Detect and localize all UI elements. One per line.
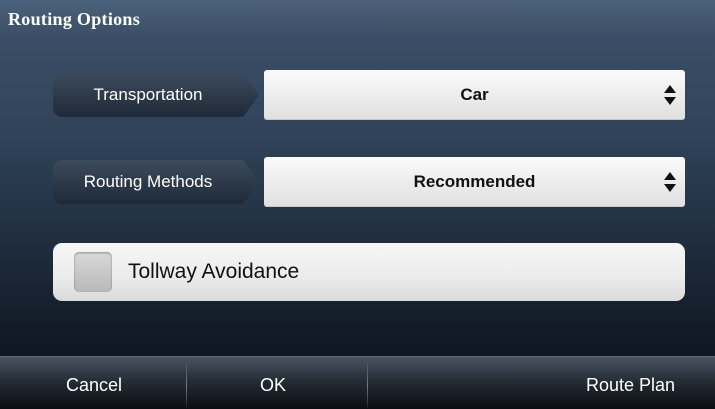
transportation-label-tab: Transportation — [53, 73, 259, 117]
ok-button[interactable]: OK — [260, 357, 286, 409]
dialog-title: Routing Options — [8, 9, 141, 29]
title-bar: Routing Options — [0, 0, 715, 40]
transportation-select[interactable]: Car — [264, 70, 685, 120]
tollway-avoidance-option[interactable]: Tollway Avoidance — [53, 243, 685, 301]
up-down-arrows-icon — [664, 172, 676, 192]
up-down-arrows-icon — [664, 85, 676, 105]
tollway-avoidance-checkbox[interactable] — [74, 252, 112, 292]
transportation-value: Car — [460, 85, 489, 104]
transportation-label: Transportation — [93, 85, 203, 104]
routing-methods-label-tab: Routing Methods — [53, 160, 259, 204]
route-plan-button[interactable]: Route Plan — [586, 357, 675, 409]
tollway-avoidance-label: Tollway Avoidance — [128, 260, 300, 283]
button-divider — [367, 363, 368, 407]
bottom-action-bar: Cancel OK Route Plan — [0, 356, 715, 409]
routing-methods-value: Recommended — [413, 172, 536, 191]
routing-options-screen: Routing Options Transportation Car Routi… — [0, 0, 715, 409]
routing-methods-select[interactable]: Recommended — [264, 157, 685, 207]
button-divider — [186, 363, 187, 407]
cancel-button[interactable]: Cancel — [66, 357, 122, 409]
routing-methods-label: Routing Methods — [83, 172, 213, 191]
